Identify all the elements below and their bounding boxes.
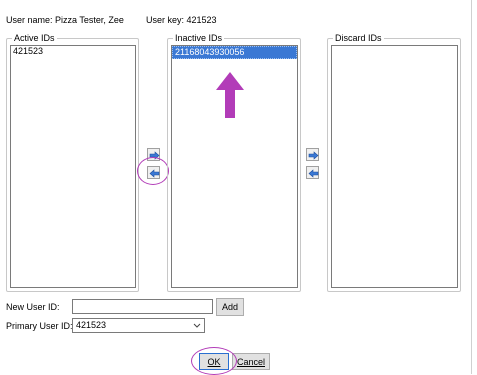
inactive-id-item-selected[interactable]: 21168043930056 [172, 46, 297, 59]
move-from-discard-button[interactable] [306, 166, 319, 179]
annotation-up-arrow-icon [216, 72, 244, 118]
primary-user-id-select[interactable]: 421523 [72, 318, 205, 333]
arrow-left-icon [308, 169, 319, 178]
arrow-right-icon [308, 151, 319, 160]
new-user-id-input[interactable] [72, 299, 213, 314]
active-id-item[interactable]: 421523 [11, 46, 135, 57]
user-key-text: User key: 421523 [146, 15, 217, 25]
move-to-discard-button[interactable] [306, 148, 319, 161]
user-name-text: User name: Pizza Tester, Zee [6, 15, 124, 25]
inactive-ids-title: Inactive IDs [173, 33, 225, 44]
add-button[interactable]: Add [216, 298, 244, 316]
active-ids-title: Active IDs [12, 33, 57, 44]
chevron-down-icon[interactable] [192, 319, 202, 332]
annotation-circle-left-arrow [137, 157, 169, 185]
primary-user-id-label: Primary User ID: [6, 321, 73, 331]
active-ids-list[interactable]: 421523 [10, 45, 136, 288]
cancel-label: Cancel [236, 357, 265, 367]
new-user-id-label: New User ID: [6, 302, 60, 312]
cancel-button[interactable]: Cancel [232, 353, 270, 370]
window-edge [471, 0, 477, 374]
annotation-circle-ok [191, 347, 237, 375]
primary-user-id-value: 421523 [76, 320, 107, 330]
discard-ids-list[interactable] [331, 45, 458, 288]
discard-ids-title: Discard IDs [333, 33, 384, 44]
